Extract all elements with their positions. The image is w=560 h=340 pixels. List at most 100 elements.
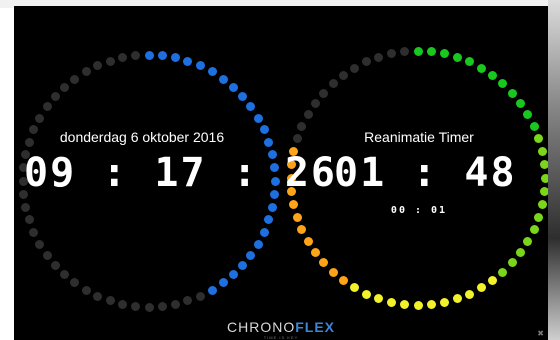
left-clock-progress-dot [218, 278, 228, 288]
right-clock-progress-dot [292, 212, 302, 222]
background-photo-right [548, 0, 560, 340]
right-clock-progress-dot [529, 225, 539, 235]
left-clock-progress-dot [259, 227, 269, 237]
left-clock-progress-dot [246, 102, 256, 112]
right-clock-progress-dot [426, 299, 436, 309]
right-clock-progress-dot [387, 49, 397, 59]
right-clock-progress-dot [361, 57, 371, 67]
left-clock-progress-dot [183, 296, 193, 306]
right-clock-progress-dot [338, 70, 348, 80]
right-clock-progress-dot [540, 173, 548, 183]
right-clock-progress-dot [426, 47, 436, 57]
left-clock-progress-dot [264, 215, 274, 225]
right-clock-progress-dot [534, 212, 544, 222]
right-clock-progress-dot [297, 121, 307, 131]
left-clock-progress-dot [246, 250, 256, 260]
right-clock-progress-dot [310, 98, 320, 108]
left-clock-progress-dot [93, 61, 103, 71]
left-clock-progress-dot [70, 278, 80, 288]
right-clock-progress-dot [310, 248, 320, 258]
left-clock-progress-dot [228, 270, 238, 280]
left-clock-progress-dot [207, 67, 217, 77]
left-clock-progress-dot [144, 50, 154, 60]
left-clock-progress-dot [253, 239, 263, 249]
left-clock-progress-dot [35, 113, 45, 123]
right-clock-progress-dot [439, 297, 449, 307]
left-clock-progress-dot [195, 61, 205, 71]
left-clock-progress-dot [118, 299, 128, 309]
left-clock-progress-dot [70, 74, 80, 84]
left-clock-progress-dot [170, 299, 180, 309]
right-clock-progress-dot [374, 294, 384, 304]
right-clock-progress-dot [507, 88, 517, 98]
left-clock-progress-dot [50, 92, 60, 102]
brand-tagline: TIME IS KEY [263, 335, 299, 340]
left-clock-progress-dot [29, 227, 39, 237]
right-clock-timer: 01 : 48 [334, 150, 517, 196]
left-clock-progress-dot [81, 285, 91, 295]
left-clock-progress-dot [253, 113, 263, 123]
brand-name-part1: CHRONO [226, 319, 296, 335]
left-clock-progress-dot [157, 51, 167, 61]
right-clock-title: Reanimatie Timer [364, 129, 474, 145]
left-clock-progress-dot [228, 82, 238, 92]
right-clock-progress-dot [400, 299, 410, 309]
right-clock-progress-dot [539, 160, 548, 170]
left-clock-progress-dot [21, 202, 31, 212]
right-clock-progress-dot [319, 258, 329, 268]
left-clock-progress-dot [207, 285, 217, 295]
brand-logo: CHRONOFLEX [14, 319, 548, 335]
left-clock-progress-dot [238, 92, 248, 102]
right-clock-progress-dot [338, 276, 348, 286]
right-clock-progress-dot [465, 289, 475, 299]
right-clock-progress-dot [289, 199, 299, 209]
right-clock-progress-dot [477, 63, 486, 73]
right-clock-progress-dot [350, 63, 359, 73]
left-clock-progress-dot [264, 137, 274, 147]
left-clock-progress-dot [29, 125, 39, 135]
right-clock-progress-dot [488, 70, 498, 80]
left-clock-progress-dot [24, 215, 34, 225]
left-clock-progress-dot [195, 291, 205, 301]
left-clock-progress-dot [183, 56, 193, 66]
right-clock-progress-dot [529, 121, 539, 131]
left-clock-progress-dot [105, 56, 115, 66]
right-clock-sub-timer: 00 : 01 [390, 205, 448, 216]
right-clock-progress-dot [452, 52, 462, 62]
right-clock-progress-dot [523, 237, 533, 246]
right-clock-progress-dot [439, 49, 449, 59]
right-clock-progress-dot [452, 294, 462, 304]
right-clock-progress-dot [400, 47, 410, 57]
left-clock-progress-dot [50, 260, 60, 270]
close-icon[interactable]: ✖ [537, 329, 544, 338]
right-clock-progress-dot [537, 147, 547, 157]
left-clock-time: 09 : 17 : 26 [24, 150, 337, 196]
right-clock-progress-dot [465, 57, 475, 67]
left-clock-progress-dot [35, 239, 45, 249]
right-clock-progress-dot [292, 134, 302, 144]
right-clock-progress-dot [477, 283, 486, 293]
right-clock-progress-dot [498, 79, 508, 89]
left-clock-progress-dot [238, 260, 248, 270]
right-clock-progress-dot [507, 258, 517, 268]
right-clock-progress-dot [498, 267, 508, 277]
right-clock-progress-dot [516, 248, 526, 258]
left-clock-progress-dot [42, 102, 52, 112]
left-clock-progress-dot [218, 74, 228, 84]
right-clock-progress-dot [303, 110, 313, 119]
left-clock-progress-dot [131, 51, 141, 61]
left-clock-progress-dot [170, 53, 180, 63]
left-clock-progress-dot [144, 302, 154, 312]
right-clock-progress-dot [523, 110, 533, 119]
right-clock-progress-dot [516, 98, 526, 108]
right-clock-progress-dot [387, 297, 397, 307]
left-clock-progress-dot [24, 137, 34, 147]
left-clock-progress-dot [105, 296, 115, 306]
timer-display-screen: donderdag 6 oktober 2016 09 : 17 : 26 Re… [14, 6, 548, 340]
right-clock-progress-dot [534, 134, 544, 144]
left-clock-progress-dot [93, 291, 103, 301]
left-clock-progress-dot [131, 301, 141, 311]
brand-name-part2: FLEX [295, 319, 335, 335]
right-clock-progress-dot [413, 46, 423, 56]
left-clock-progress-dot [118, 53, 128, 63]
